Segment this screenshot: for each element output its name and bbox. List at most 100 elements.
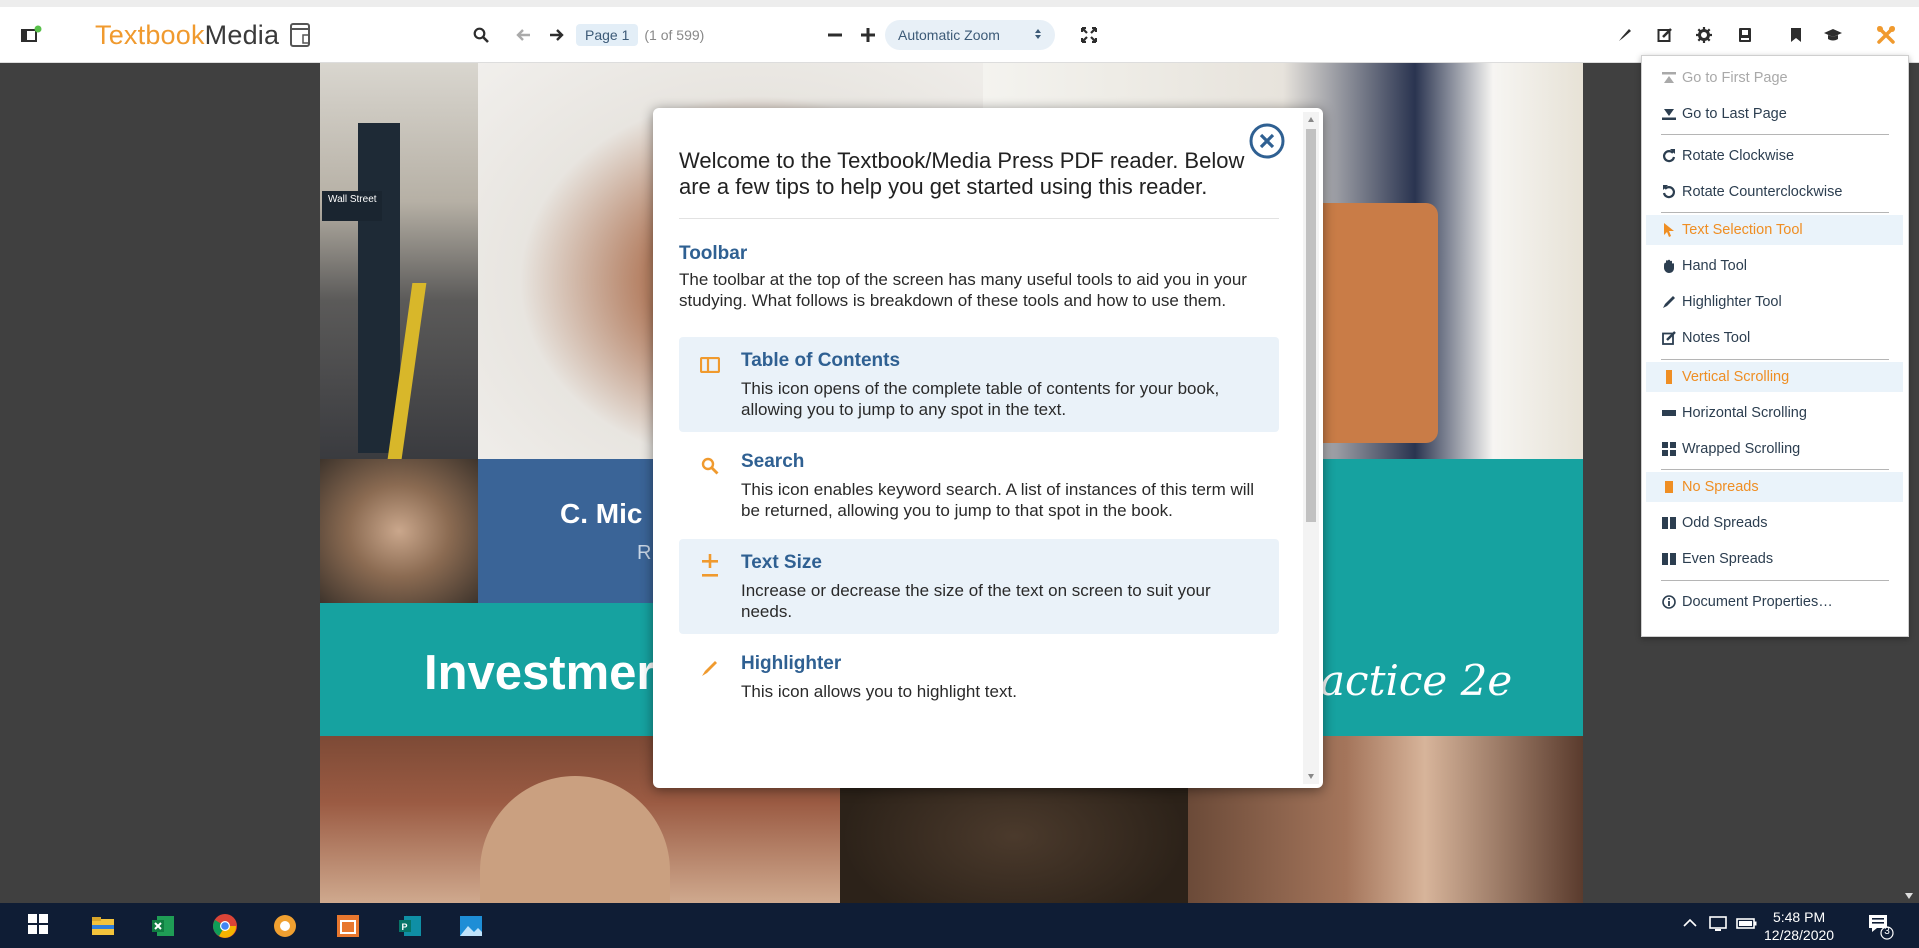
tip-description: This icon allows you to highlight text. — [741, 682, 1017, 701]
tip-table-of-contents: Table of Contents This icon opens of the… — [679, 337, 1279, 432]
fullscreen-button[interactable] — [1078, 7, 1100, 63]
svg-text:P: P — [402, 922, 408, 932]
menu-label: Even Spreads — [1682, 551, 1774, 567]
next-page-icon — [545, 24, 567, 46]
menu-label: No Spreads — [1682, 479, 1759, 495]
tip-title: Highlighter — [741, 653, 842, 674]
menu-vertical-scrolling[interactable]: Vertical Scrolling — [1661, 366, 1789, 388]
chrome-icon — [213, 914, 237, 938]
notes-icon — [1661, 331, 1677, 345]
toolbar-description: The toolbar at the top of the screen has… — [679, 270, 1247, 310]
menu-highlighter-tool[interactable]: Highlighter Tool — [1661, 291, 1782, 313]
menu-odd-spreads[interactable]: Odd Spreads — [1661, 512, 1767, 534]
tip-description: This icon enables keyword search. A list… — [741, 480, 1255, 520]
menu-notes-tool[interactable]: Notes Tool — [1661, 327, 1750, 349]
menu-wrapped-scrolling[interactable]: Wrapped Scrolling — [1661, 438, 1800, 460]
tip-search: Search This icon enables keyword search.… — [679, 438, 1279, 533]
highlighter-icon — [1661, 295, 1677, 309]
sidebar-toggle-button[interactable] — [20, 7, 42, 63]
cover-edition: actice 2e — [1320, 656, 1513, 705]
chrome-button[interactable] — [212, 913, 238, 939]
highlighter-button[interactable] — [1614, 7, 1636, 63]
previous-page-button[interactable] — [513, 7, 535, 63]
text-size-icon — [697, 554, 723, 580]
system-clock[interactable]: 5:48 PM 12/28/2020 — [1764, 908, 1834, 944]
sidebar-toggle-icon — [20, 24, 42, 46]
photos-button[interactable] — [458, 913, 484, 939]
secondary-tools-menu: Go to First Page Go to Last Page Rotate … — [1641, 55, 1909, 637]
action-center-button[interactable]: 3 — [1866, 912, 1894, 940]
menu-divider — [1661, 359, 1889, 360]
search-button[interactable] — [470, 7, 492, 63]
photos-icon — [460, 916, 482, 936]
author-photo — [320, 459, 478, 603]
zoom-out-button[interactable] — [824, 7, 846, 63]
publisher-button[interactable]: P — [397, 913, 423, 939]
battery-icon — [1736, 918, 1757, 929]
menu-even-spreads[interactable]: Even Spreads — [1661, 548, 1773, 570]
menu-go-to-first-page[interactable]: Go to First Page — [1661, 67, 1788, 89]
menu-hand-tool[interactable]: Hand Tool — [1661, 255, 1747, 277]
reader-toolbar: TextbookMedia Page 1 (1 of 599) Automati… — [0, 0, 1919, 63]
menu-label: Notes Tool — [1682, 330, 1751, 346]
menu-rotate-clockwise[interactable]: Rotate Clockwise — [1661, 145, 1794, 167]
clock-date: 12/28/2020 — [1764, 927, 1835, 943]
bookmark-book-icon — [1734, 24, 1756, 46]
folder-icon — [92, 917, 114, 935]
menu-label: Horizontal Scrolling — [1682, 405, 1807, 421]
menu-document-properties[interactable]: Document Properties… — [1661, 591, 1833, 613]
zoom-out-icon — [824, 24, 846, 46]
menu-label: Text Selection Tool — [1682, 222, 1803, 238]
chevron-up-icon — [1683, 918, 1697, 927]
menu-label: Rotate Counterclockwise — [1682, 184, 1843, 200]
excel-button[interactable] — [150, 913, 176, 939]
notes-icon — [1654, 24, 1676, 46]
tip-title: Search — [741, 451, 805, 472]
cover-author-name: C. Mic — [560, 498, 643, 529]
wrapped-scrolling-icon — [1661, 442, 1677, 456]
battery-button[interactable] — [1736, 915, 1762, 941]
menu-text-selection-tool[interactable]: Text Selection Tool — [1661, 219, 1803, 241]
notification-count: 3 — [1884, 926, 1890, 937]
menu-label: Vertical Scrolling — [1682, 369, 1790, 385]
welcome-message: Welcome to the Textbook/Media Press PDF … — [679, 148, 1279, 219]
excel-icon — [152, 916, 174, 936]
menu-horizontal-scrolling[interactable]: Horizontal Scrolling — [1661, 402, 1807, 424]
dialog-scrollbar[interactable] — [1303, 112, 1319, 784]
menu-label: Hand Tool — [1682, 258, 1748, 274]
menu-go-to-last-page[interactable]: Go to Last Page — [1661, 103, 1787, 125]
graduation-cap-icon — [1822, 24, 1844, 46]
menu-rotate-counterclockwise[interactable]: Rotate Counterclockwise — [1661, 181, 1842, 203]
menu-no-spreads[interactable]: No Spreads — [1661, 476, 1759, 498]
wall-street-sign: Wall Street — [322, 191, 382, 221]
file-explorer-button[interactable] — [90, 913, 116, 939]
tip-highlighter: Highlighter This icon allows you to high… — [679, 640, 1279, 714]
show-hidden-icons-button[interactable] — [1682, 915, 1708, 941]
network-button[interactable] — [1708, 915, 1734, 941]
app-orange-button[interactable] — [272, 913, 298, 939]
next-page-button[interactable] — [545, 7, 567, 63]
tip-description: This icon opens of the complete table of… — [741, 379, 1220, 419]
brand-media: Media — [204, 19, 280, 50]
tip-title: Text Size — [741, 552, 822, 573]
tip-text-size: Text Size Increase or decrease the size … — [679, 539, 1279, 634]
zoom-in-button[interactable] — [857, 7, 879, 63]
even-spreads-icon — [1661, 552, 1677, 566]
last-page-icon — [1661, 107, 1677, 121]
zoom-select[interactable]: Automatic Zoom — [885, 7, 1055, 63]
settings-gear-icon — [1693, 24, 1715, 46]
menu-divider — [1661, 134, 1889, 135]
highlighter-icon — [697, 655, 723, 681]
tip-title: Table of Contents — [741, 350, 901, 371]
page-count: (1 of 599) — [644, 27, 705, 43]
search-icon — [697, 453, 723, 479]
subway-photo: Wall Street — [320, 63, 478, 459]
book-icon — [287, 21, 313, 49]
start-button[interactable] — [27, 913, 53, 939]
highlighter-icon — [1614, 24, 1636, 46]
app-calendar-button[interactable] — [335, 913, 361, 939]
network-icon — [1709, 916, 1727, 931]
page-number-input[interactable]: Page 1 — [576, 24, 639, 46]
zoom-value: Automatic Zoom — [898, 27, 1000, 43]
menu-label: Document Properties… — [1682, 594, 1833, 610]
